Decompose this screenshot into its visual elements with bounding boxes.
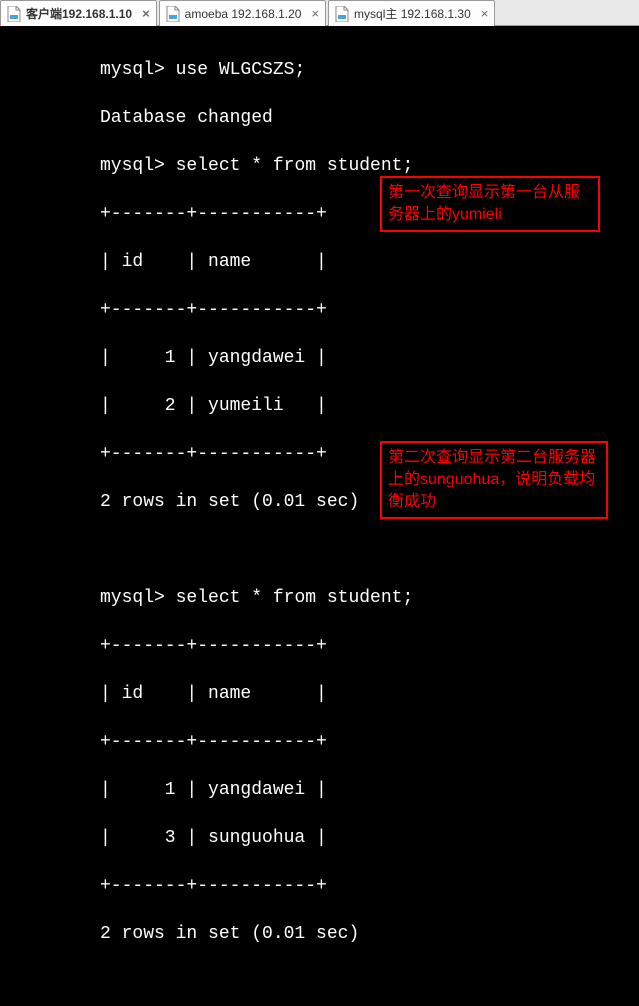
- close-icon[interactable]: ×: [481, 7, 489, 20]
- close-icon[interactable]: ×: [311, 7, 319, 20]
- file-icon: [335, 6, 349, 22]
- blank-line: [100, 538, 639, 562]
- table-border: +-------+-----------+: [100, 634, 639, 658]
- tab-mysql-master[interactable]: mysql主 192.168.1.30 ×: [328, 0, 495, 26]
- file-icon: [166, 6, 180, 22]
- annotation-2: 第二次查询显示第二台服务器上的sunguohua，说明负载均衡成功: [380, 441, 608, 519]
- terminal-line: mysql> use WLGCSZS;: [100, 58, 639, 82]
- table-row: | 3 | sunguohua |: [100, 826, 639, 850]
- tab-amoeba[interactable]: amoeba 192.168.1.20 ×: [159, 0, 326, 26]
- tab-label: mysql主 192.168.1.30: [354, 5, 471, 22]
- prompt: mysql>: [100, 156, 165, 176]
- command: use WLGCSZS;: [176, 60, 306, 80]
- annotation-1: 第一次查询显示第一台从服务器上的yumieli: [380, 176, 600, 232]
- table-row: | 1 | yangdawei |: [100, 778, 639, 802]
- tab-label: 客户端192.168.1.10: [26, 5, 132, 22]
- command: select * from student;: [176, 588, 414, 608]
- close-icon[interactable]: ×: [142, 7, 150, 20]
- table-border: +-------+-----------+: [100, 298, 639, 322]
- prompt: mysql>: [100, 588, 165, 608]
- table-border: +-------+-----------+: [100, 874, 639, 898]
- terminal-output: mysql> use WLGCSZS; Database changed mys…: [0, 26, 639, 1006]
- command: select * from student;: [176, 156, 414, 176]
- file-icon: [7, 6, 21, 22]
- table-header: | id | name |: [100, 250, 639, 274]
- tab-label: amoeba 192.168.1.20: [185, 7, 302, 21]
- terminal-line: mysql> select * from student;: [100, 154, 639, 178]
- tab-client[interactable]: 客户端192.168.1.10 ×: [0, 0, 157, 26]
- prompt: mysql>: [100, 60, 165, 80]
- table-row: | 1 | yangdawei |: [100, 346, 639, 370]
- table-row: | 2 | yumeili |: [100, 394, 639, 418]
- tab-bar: 客户端192.168.1.10 × amoeba 192.168.1.20 × …: [0, 0, 639, 26]
- result-summary: 2 rows in set (0.01 sec): [100, 922, 639, 946]
- table-border: +-------+-----------+: [100, 730, 639, 754]
- terminal-line: mysql> select * from student;: [100, 586, 639, 610]
- terminal-line: Database changed: [100, 106, 639, 130]
- table-header: | id | name |: [100, 682, 639, 706]
